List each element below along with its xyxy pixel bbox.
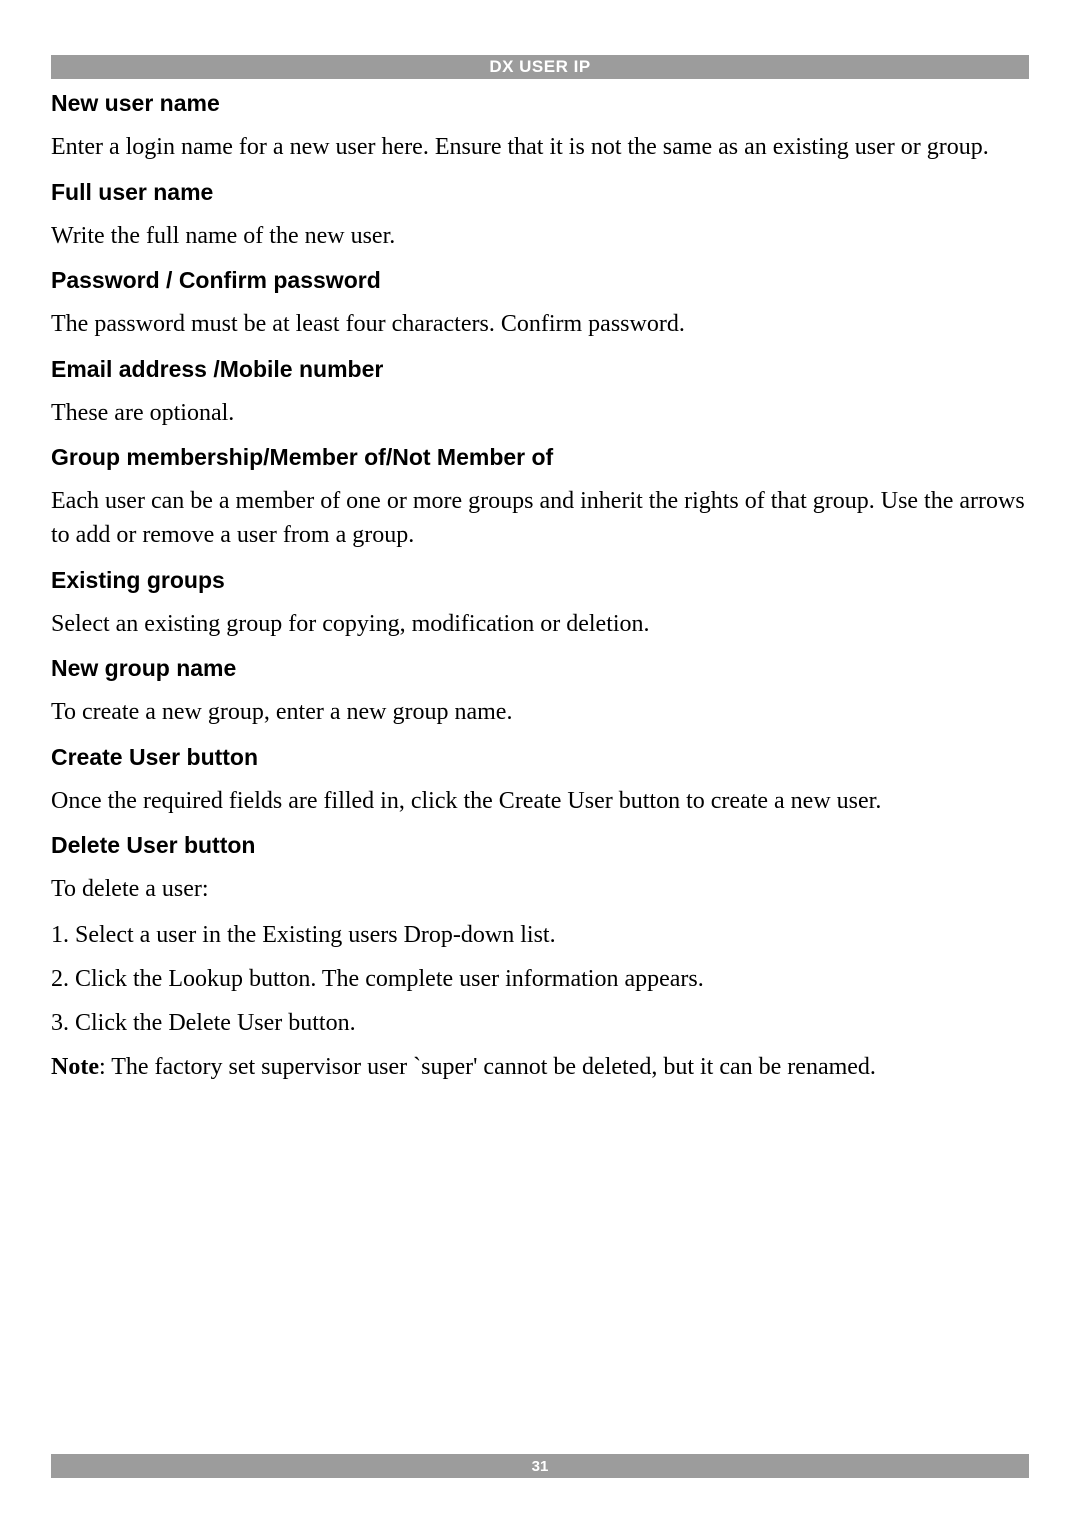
document-content: New user name Enter a login name for a n…	[51, 90, 1029, 1085]
header-bar: DX USER IP	[51, 55, 1029, 79]
page-number: 31	[532, 1458, 549, 1475]
delete-user-step-1: 1. Select a user in the Existing users D…	[51, 917, 1029, 953]
body-full-user-name: Write the full name of the new user.	[51, 220, 1029, 254]
note-body: : The factory set supervisor user `super…	[99, 1054, 876, 1080]
heading-email: Email address /Mobile number	[51, 356, 1029, 383]
delete-user-step-3: 3. Click the Delete User button.	[51, 1005, 1029, 1041]
body-create-user: Once the required fields are filled in, …	[51, 785, 1029, 819]
delete-user-note: Note: The factory set supervisor user `s…	[51, 1051, 1029, 1085]
heading-full-user-name: Full user name	[51, 179, 1029, 206]
heading-new-user-name: New user name	[51, 90, 1029, 117]
body-email: These are optional.	[51, 397, 1029, 431]
heading-group-membership: Group membership/Member of/Not Member of	[51, 444, 1029, 471]
heading-password: Password / Confirm password	[51, 267, 1029, 294]
heading-delete-user: Delete User button	[51, 832, 1029, 859]
heading-new-group-name: New group name	[51, 655, 1029, 682]
delete-user-step-2: 2. Click the Lookup button. The complete…	[51, 961, 1029, 997]
heading-create-user: Create User button	[51, 744, 1029, 771]
note-label: Note	[51, 1054, 99, 1080]
body-new-group-name: To create a new group, enter a new group…	[51, 696, 1029, 730]
body-existing-groups: Select an existing group for copying, mo…	[51, 608, 1029, 642]
footer-bar: 31	[51, 1454, 1029, 1478]
body-group-membership: Each user can be a member of one or more…	[51, 485, 1029, 552]
heading-existing-groups: Existing groups	[51, 567, 1029, 594]
header-title: DX USER IP	[489, 57, 590, 77]
body-password: The password must be at least four chara…	[51, 308, 1029, 342]
body-new-user-name: Enter a login name for a new user here. …	[51, 131, 1029, 165]
body-delete-user-intro: To delete a user:	[51, 873, 1029, 907]
